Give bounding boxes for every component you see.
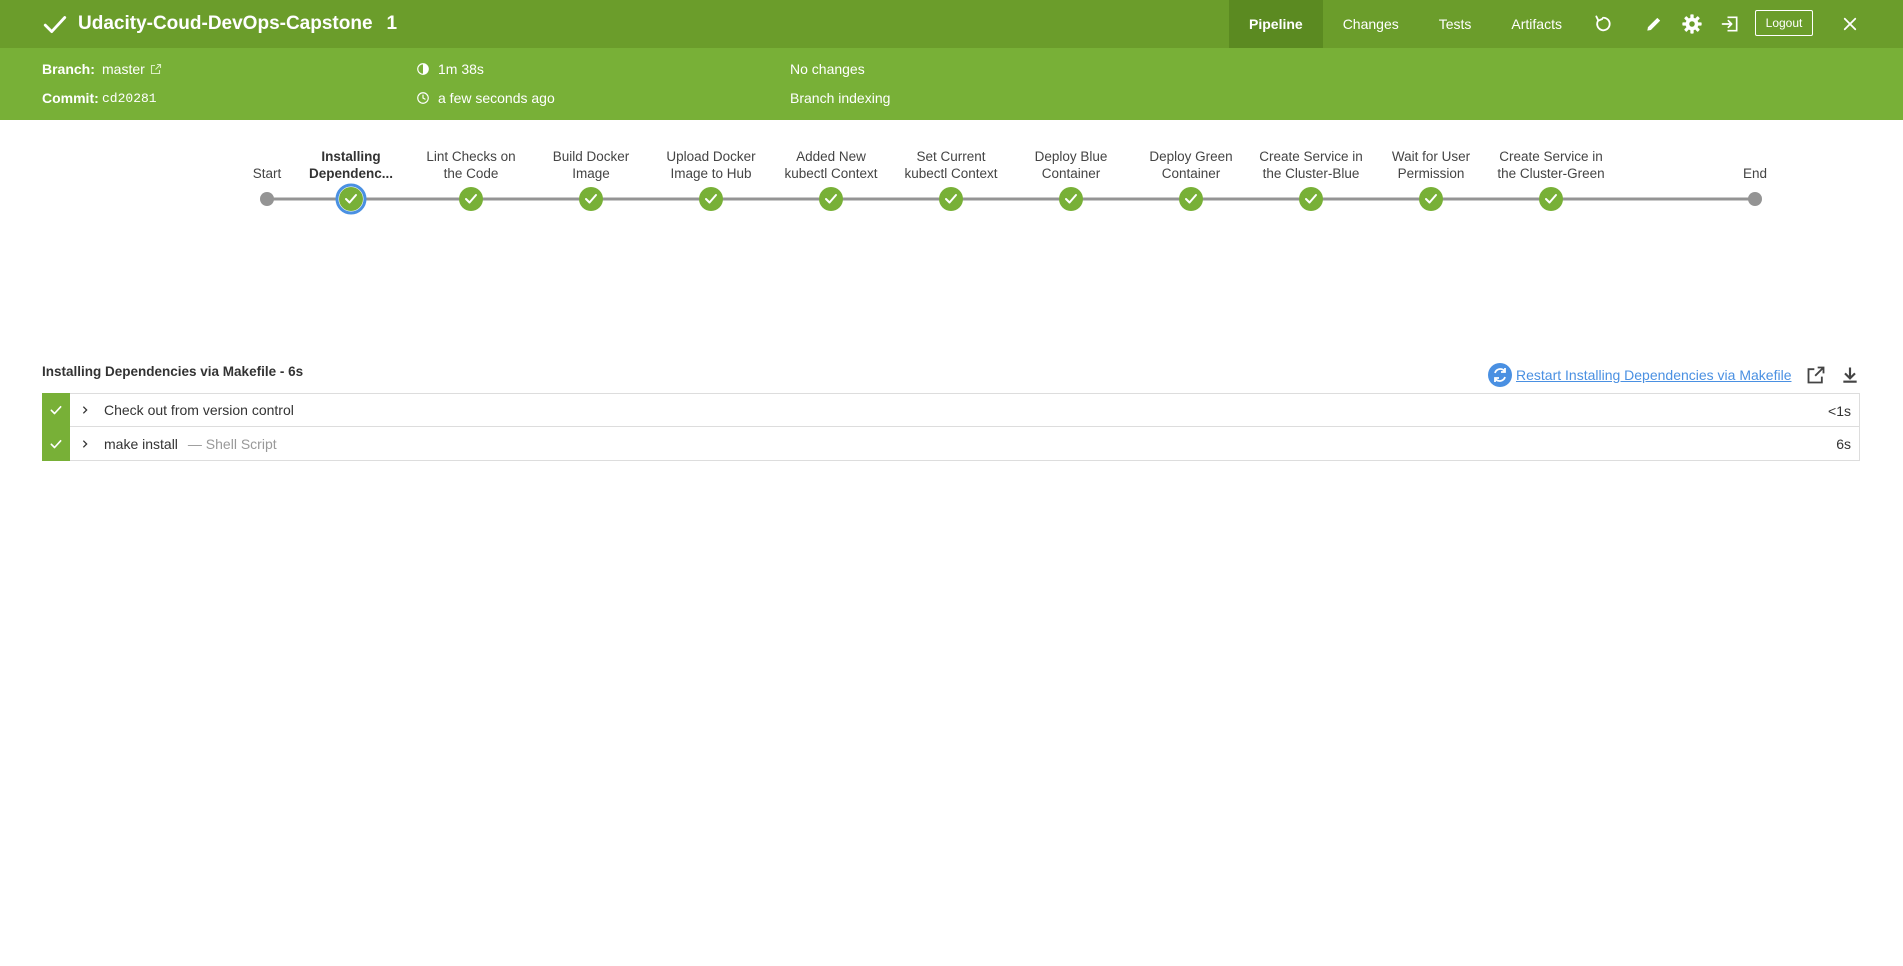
commit-info: Commit: cd20281 [42, 88, 157, 108]
restart-icon[interactable] [1488, 363, 1512, 387]
stage-node-0 [260, 192, 274, 206]
step-duration: 6s [1836, 436, 1851, 452]
tab-pipeline[interactable]: Pipeline [1229, 0, 1323, 48]
stage-label-2[interactable]: Lint Checks on the Code [416, 148, 526, 182]
step-row-make-install[interactable]: make install — Shell Script 6s [42, 426, 1860, 461]
step-success-status [42, 426, 70, 461]
selected-stage-title: Installing Dependencies via Makefile - 6… [42, 364, 304, 379]
stage-label-6[interactable]: Set Current kubectl Context [896, 148, 1006, 182]
tab-artifacts[interactable]: Artifacts [1491, 0, 1582, 48]
commit-label: Commit: [42, 90, 99, 106]
step-duration: <1s [1828, 403, 1851, 419]
external-link-icon[interactable] [150, 63, 162, 75]
close-icon[interactable] [1838, 12, 1862, 36]
edit-icon[interactable] [1642, 12, 1666, 36]
top-bar: Udacity-Coud-DevOps-Capstone 1 Pipeline … [0, 0, 1903, 48]
run-details-bar: Branch: master Commit: cd20281 1m 38s a … [0, 48, 1903, 120]
cause-value: Branch indexing [790, 90, 891, 106]
restart-stage-link[interactable]: Restart Installing Dependencies via Make… [1516, 367, 1791, 383]
duration-icon [417, 63, 429, 75]
chevron-right-icon[interactable] [80, 405, 94, 415]
download-icon[interactable] [1838, 363, 1862, 387]
stage-node-2[interactable] [459, 187, 483, 211]
chevron-right-icon[interactable] [80, 439, 94, 449]
stage-node-10[interactable] [1419, 187, 1443, 211]
steps-list: Check out from version control <1s make … [42, 393, 1860, 461]
stage-label-5[interactable]: Added New kubectl Context [776, 148, 886, 182]
exit-icon[interactable] [1718, 12, 1742, 36]
tab-tests[interactable]: Tests [1419, 0, 1492, 48]
step-name: make install [104, 435, 178, 452]
open-log-icon[interactable] [1804, 363, 1828, 387]
stage-node-6[interactable] [939, 187, 963, 211]
stage-node-4[interactable] [699, 187, 723, 211]
branch-label: Branch: [42, 61, 95, 77]
stage-node-9[interactable] [1299, 187, 1323, 211]
replay-icon[interactable] [1591, 12, 1615, 36]
changes-info: No changes [790, 59, 865, 79]
check-icon [50, 439, 62, 448]
step-subtitle: — Shell Script [187, 435, 277, 452]
stage-label-12[interactable]: End [1700, 165, 1810, 182]
step-name: Check out from version control [104, 402, 294, 418]
success-check-icon [43, 16, 67, 33]
started-info: a few seconds ago [416, 88, 555, 108]
commit-hash[interactable]: cd20281 [102, 91, 157, 106]
duration-value: 1m 38s [438, 61, 484, 77]
stage-node-12 [1748, 192, 1762, 206]
step-success-status [42, 393, 70, 427]
tab-changes[interactable]: Changes [1323, 0, 1419, 48]
restart-stage: Restart Installing Dependencies via Make… [1488, 363, 1791, 387]
gear-icon[interactable] [1680, 12, 1704, 36]
tab-bar: Pipeline Changes Tests Artifacts [1229, 0, 1582, 48]
logout-button[interactable]: Logout [1755, 10, 1813, 36]
stage-label-4[interactable]: Upload Docker Image to Hub [656, 148, 766, 182]
duration-info: 1m 38s [416, 59, 484, 79]
stage-label-3[interactable]: Build Docker Image [536, 148, 646, 182]
stage-label-8[interactable]: Deploy Green Container [1136, 148, 1246, 182]
step-row-checkout[interactable]: Check out from version control <1s [42, 393, 1860, 427]
branch-info: Branch: master [42, 59, 162, 79]
stage-node-7[interactable] [1059, 187, 1083, 211]
stage-label-7[interactable]: Deploy Blue Container [1016, 148, 1126, 182]
stage-node-11[interactable] [1539, 187, 1563, 211]
stage-label-10[interactable]: Wait for User Permission [1376, 148, 1486, 182]
cause-info: Branch indexing [790, 88, 890, 108]
pipeline-graph: Start Installing Dependenc... Lint Checks … [0, 120, 1903, 240]
started-value: a few seconds ago [438, 90, 555, 106]
stage-node-8[interactable] [1179, 187, 1203, 211]
check-icon [50, 405, 62, 415]
stage-node-1[interactable] [335, 183, 367, 215]
clock-icon [417, 92, 429, 104]
changes-value: No changes [790, 61, 865, 77]
stage-node-5[interactable] [819, 187, 843, 211]
stage-label-9[interactable]: Create Service in the Cluster-Blue [1256, 148, 1366, 182]
stage-label-1[interactable]: Installing Dependenc... [296, 148, 406, 182]
pipeline-name[interactable]: Udacity-Coud-DevOps-Capstone [78, 13, 373, 35]
branch-name[interactable]: master [102, 61, 145, 77]
stage-label-11[interactable]: Create Service in the Cluster-Green [1496, 148, 1606, 182]
run-title: Udacity-Coud-DevOps-Capstone 1 [42, 0, 397, 48]
run-number: 1 [386, 13, 398, 34]
stage-node-3[interactable] [579, 187, 603, 211]
